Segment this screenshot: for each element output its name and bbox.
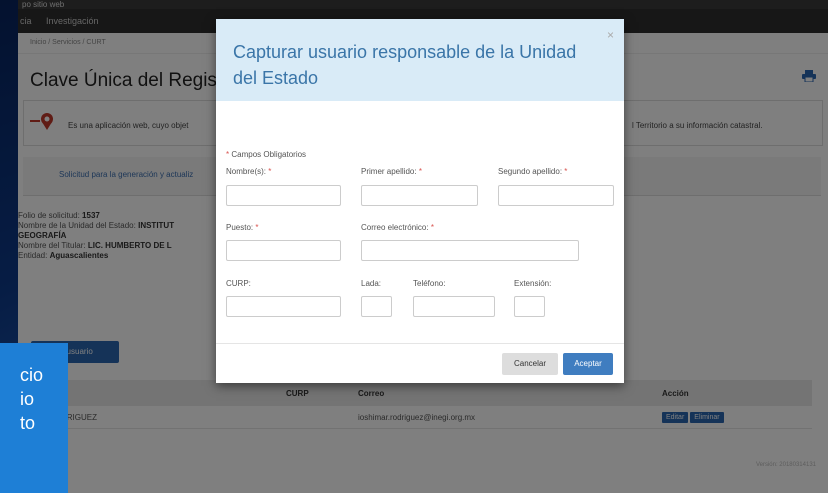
telefono-input[interactable] xyxy=(413,296,495,317)
puesto-label: Puesto: * xyxy=(226,223,259,232)
extension-label: Extensión: xyxy=(514,279,552,288)
correo-input[interactable] xyxy=(361,240,579,261)
primer-apellido-input[interactable] xyxy=(361,185,478,206)
telefono-label: Teléfono: xyxy=(413,279,446,288)
required-note-text: Campos Obligatorios xyxy=(231,150,307,159)
side-card-line: to xyxy=(20,413,36,433)
nombre-label: Nombre(s): * xyxy=(226,167,271,176)
capture-user-modal: Capturar usuario responsable de la Unida… xyxy=(216,19,624,383)
close-icon[interactable]: × xyxy=(607,28,614,42)
accept-button[interactable]: Aceptar xyxy=(563,353,613,375)
required-asterisk: * xyxy=(564,167,568,176)
lada-label: Lada: xyxy=(361,279,382,288)
required-asterisk: * xyxy=(255,223,259,232)
nombre-label-text: Nombre(s): xyxy=(226,167,267,176)
correo-label-text: Correo electrónico: xyxy=(361,223,429,232)
extension-input[interactable] xyxy=(514,296,545,317)
required-asterisk: * xyxy=(430,223,434,232)
puesto-input[interactable] xyxy=(226,240,341,261)
modal-footer-divider xyxy=(216,343,624,344)
side-card-line: cio xyxy=(20,365,44,385)
required-asterisk: * xyxy=(226,150,230,159)
cancel-button[interactable]: Cancelar xyxy=(502,353,558,375)
required-asterisk: * xyxy=(418,167,422,176)
primer-apellido-label: Primer apellido: * xyxy=(361,167,422,176)
segundo-apellido-label-text: Segundo apellido: xyxy=(498,167,563,176)
side-card-line: io xyxy=(20,389,35,409)
primer-apellido-label-text: Primer apellido: xyxy=(361,167,417,176)
lada-input[interactable] xyxy=(361,296,392,317)
segundo-apellido-label: Segundo apellido: * xyxy=(498,167,567,176)
puesto-label-text: Puesto: xyxy=(226,223,254,232)
curp-label: CURP: xyxy=(226,279,251,288)
required-asterisk: * xyxy=(268,167,272,176)
nombre-input[interactable] xyxy=(226,185,341,206)
correo-label: Correo electrónico: * xyxy=(361,223,434,232)
side-card: cio io to xyxy=(0,343,68,493)
required-note: * Campos Obligatorios xyxy=(226,150,306,159)
modal-header: Capturar usuario responsable de la Unida… xyxy=(216,19,624,101)
modal-title: Capturar usuario responsable de la Unida… xyxy=(233,42,577,88)
curp-input[interactable] xyxy=(226,296,341,317)
segundo-apellido-input[interactable] xyxy=(498,185,614,206)
